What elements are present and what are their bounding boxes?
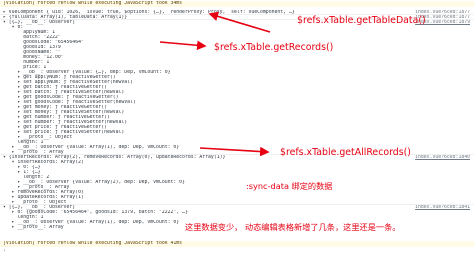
annotation-arrows bbox=[159, 11, 271, 157]
annotation-get-all-records: $refs.xTable.getAllRecords() bbox=[280, 147, 411, 158]
arrow-1 bbox=[208, 11, 271, 33]
arrow-3 bbox=[199, 146, 270, 157]
arrow-2 bbox=[159, 40, 207, 51]
annotation-get-records: $refs.xTable.getRecords() bbox=[214, 42, 334, 53]
annotation-sync-data: :sync-data 绑定的数据 bbox=[246, 181, 333, 191]
annotation-data-note: 这里数据变少， 动态编辑表格新增了几条，这里还是一条。 bbox=[185, 222, 401, 232]
annotation-get-table-data: $refs.xTable.getTableData() bbox=[297, 15, 426, 26]
